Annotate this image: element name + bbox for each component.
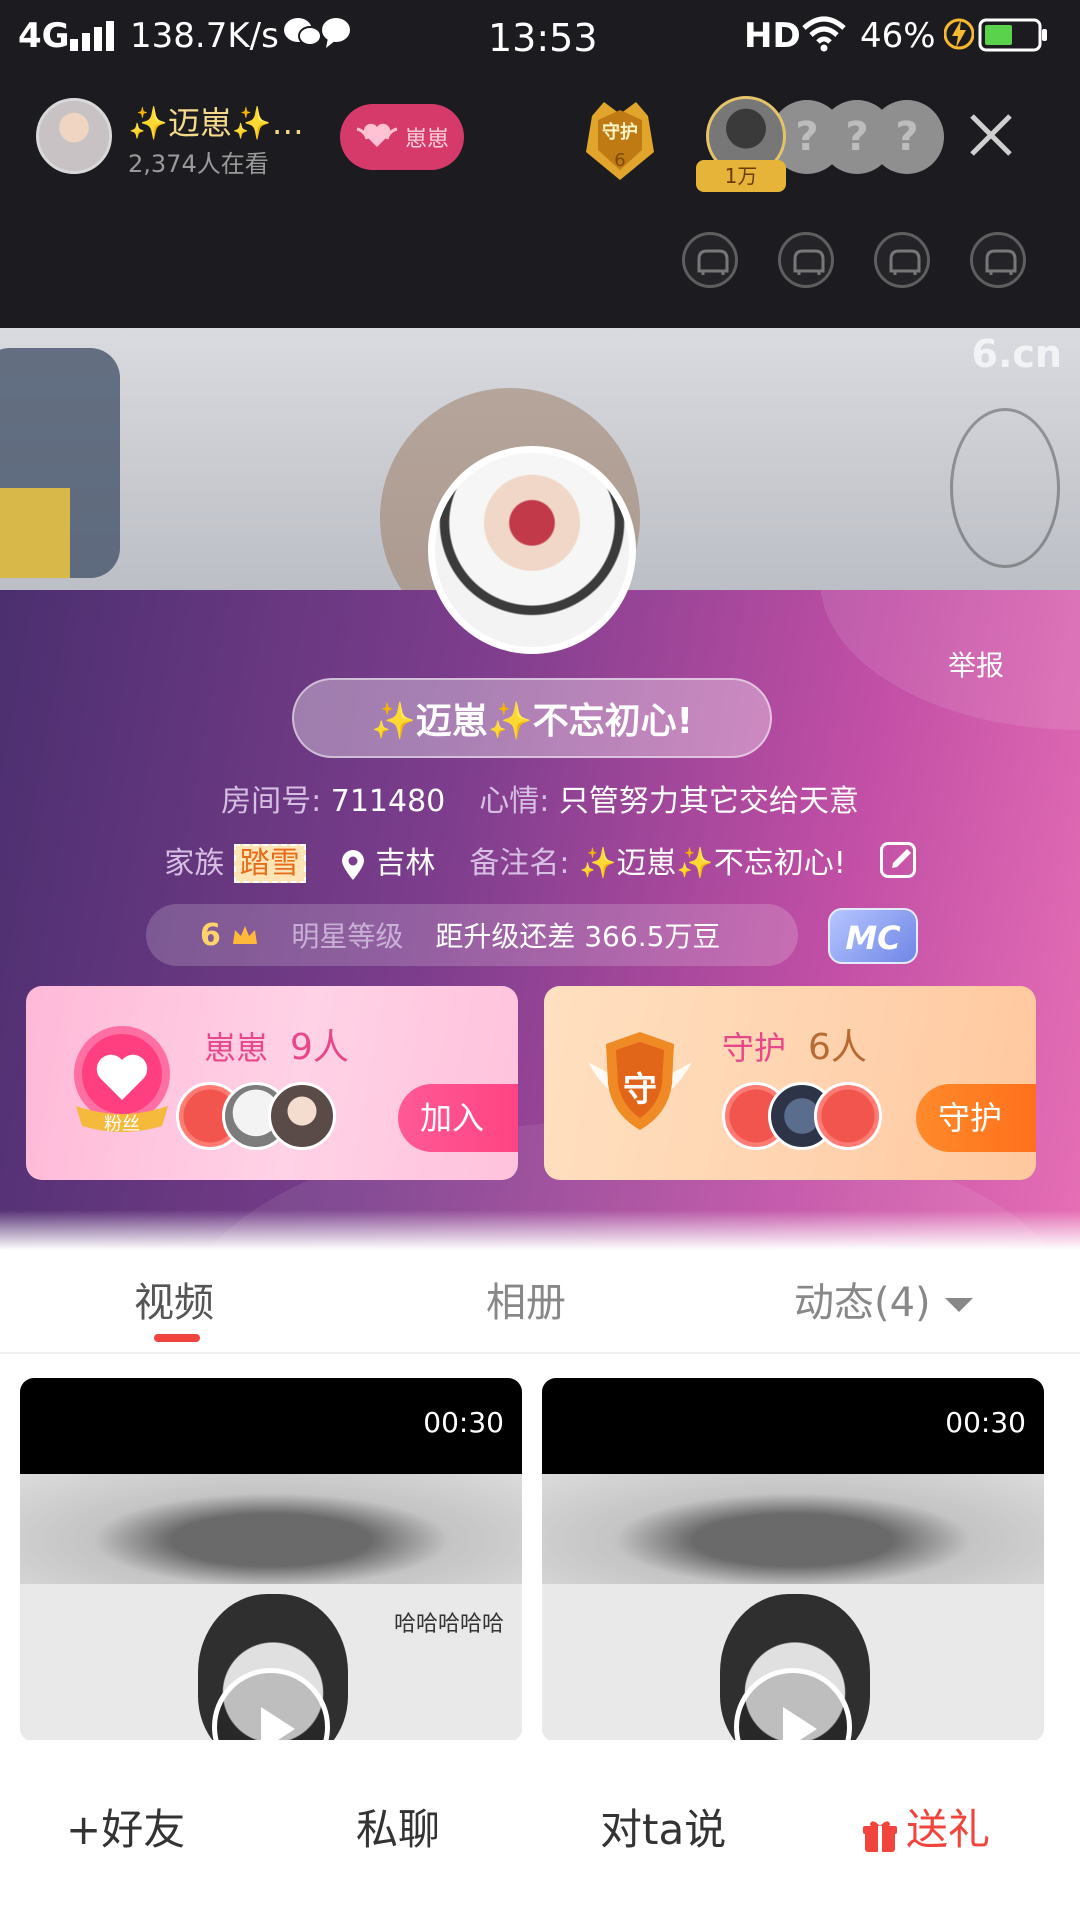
fan-club-name: 崽崽 xyxy=(204,1029,269,1067)
guard-count: 6人 xyxy=(808,1027,867,1068)
private-chat-button[interactable]: 私聊 xyxy=(356,1796,440,1857)
battery-percent: 46% xyxy=(860,16,936,56)
family-location-row: 家族 踏雪 吉林 备注名: ✨迈崽✨不忘初心! xyxy=(0,838,1080,883)
family-tag[interactable]: 踏雪 xyxy=(233,844,306,883)
fan-club-count: 9人 xyxy=(290,1027,349,1068)
guard-shield-icon: 守 xyxy=(584,1022,696,1140)
tab-album[interactable]: 相册 xyxy=(486,1270,566,1328)
location-pin-icon xyxy=(340,849,366,881)
video-frame-blur xyxy=(20,1474,522,1584)
video-caption: 哈哈哈哈哈 xyxy=(393,1612,504,1637)
remark-field: 备注名: ✨迈崽✨不忘初心! xyxy=(469,838,845,882)
guard-card[interactable]: 守 守护 6人 守护 xyxy=(544,986,1036,1180)
star-level: 6 xyxy=(200,918,259,953)
avatar-photo xyxy=(435,453,629,647)
guard-button[interactable]: 守护 xyxy=(916,1084,1036,1152)
hd-indicator: HD xyxy=(744,16,801,56)
star-level-number: 6 xyxy=(200,917,221,953)
star-level-bar: 6 明星等级 距升级还差 366.5万豆 xyxy=(146,904,798,966)
dropdown-caret-icon xyxy=(944,1298,973,1312)
guard-crest-button[interactable]: 守护 6 xyxy=(578,96,662,182)
send-gift-label: 送礼 xyxy=(906,1805,991,1854)
close-icon[interactable] xyxy=(964,108,1018,162)
family-field: 家族 踏雪 xyxy=(164,838,306,883)
video-duration: 00:30 xyxy=(423,1406,504,1439)
mood-text: 只管努力其它交给天意 xyxy=(558,784,859,819)
charging-bolt-icon xyxy=(943,16,975,61)
profile-nickname: ✨迈崽✨不忘初心! xyxy=(292,678,772,758)
sofa-seat-icon[interactable] xyxy=(874,232,930,288)
join-fan-club-button[interactable]: 加入 xyxy=(398,1084,518,1152)
mc-badge: MC xyxy=(828,908,918,964)
location-text: 吉林 xyxy=(375,846,436,881)
fan-club-card[interactable]: 粉丝 崽崽 9人 加入 xyxy=(26,986,518,1180)
guard-title: 守护 6人 xyxy=(722,1018,867,1070)
video-thumbnail[interactable]: 00:30 xyxy=(542,1378,1044,1742)
fan-club-emblem-icon: 粉丝 xyxy=(66,1022,178,1140)
wifi-icon xyxy=(800,14,848,61)
remark-label: 备注名: xyxy=(469,846,570,881)
content-tabs: 视频 相册 动态(4) xyxy=(0,1250,1080,1354)
tab-videos[interactable]: 视频 xyxy=(134,1270,214,1328)
microphone-base xyxy=(0,488,70,578)
upgrade-gap-text: 距升级还差 366.5万豆 xyxy=(435,920,721,953)
say-to-button[interactable]: 对ta说 xyxy=(600,1796,726,1857)
wechat-icon xyxy=(282,14,352,59)
fan-emblem-label: 粉丝 xyxy=(104,1114,140,1135)
video-frame-blur xyxy=(542,1474,1044,1584)
sofa-seat-icon[interactable] xyxy=(970,232,1026,288)
sofa-seat-icon[interactable] xyxy=(778,232,834,288)
crown-icon xyxy=(233,926,258,944)
fan-club-title: 崽崽 9人 xyxy=(204,1018,349,1070)
send-gift-button[interactable]: 送礼 xyxy=(862,1796,990,1857)
cable-image xyxy=(950,408,1060,568)
video-thumbnail[interactable]: 00:30 哈哈哈哈哈 xyxy=(20,1378,522,1742)
tab-feed[interactable]: 动态(4) xyxy=(794,1270,973,1328)
guard-avatar[interactable] xyxy=(814,1082,882,1150)
room-number-label: 房间号: xyxy=(221,784,322,819)
clock: 13:53 xyxy=(488,16,598,60)
battery-icon xyxy=(978,18,1048,61)
family-label: 家族 xyxy=(164,846,225,881)
member-avatar[interactable] xyxy=(268,1082,336,1150)
edit-remark-icon[interactable] xyxy=(879,842,916,878)
watermark: 6.cn xyxy=(971,332,1062,376)
guard-emblem-label: 守 xyxy=(623,1070,657,1110)
sofa-seat-icon[interactable] xyxy=(682,232,738,288)
star-level-label: 明星等级 xyxy=(291,920,404,953)
fan-club-button[interactable]: 崽崽 xyxy=(340,104,464,170)
room-number: 711480 xyxy=(330,784,446,819)
panel-fade xyxy=(0,1210,1080,1250)
tab-feed-label: 动态(4) xyxy=(794,1280,931,1326)
mood-field: 心情: 只管努力其它交给天意 xyxy=(479,776,859,820)
video-duration: 00:30 xyxy=(945,1406,1026,1439)
active-tab-indicator xyxy=(154,1334,200,1342)
room-number-field: 房间号: 711480 xyxy=(221,776,445,820)
guard-crest-count: 6 xyxy=(614,150,626,171)
host-name[interactable]: ✨迈崽✨… xyxy=(128,98,304,144)
profile-avatar[interactable] xyxy=(428,446,636,654)
mood-label: 心情: xyxy=(479,784,550,819)
report-link[interactable]: 举报 xyxy=(948,644,1004,684)
heart-wings-icon xyxy=(355,119,399,155)
top-fan-contribution: 1万 xyxy=(696,160,786,192)
network-type: 4G xyxy=(18,16,70,56)
fan-club-label: 崽崽 xyxy=(404,127,449,152)
gift-icon xyxy=(862,1815,898,1852)
bottom-action-bar: +好友 私聊 对ta说 送礼 xyxy=(0,1740,1080,1920)
viewer-count: 2,374人在看 xyxy=(128,150,269,178)
guard-crest-label: 守护 xyxy=(602,122,638,143)
room-mood-row: 房间号: 711480 心情: 只管努力其它交给天意 xyxy=(0,776,1080,820)
status-bar: 4G 138.7K/s 13:53 HD 46% xyxy=(0,0,1080,72)
network-speed: 138.7K/s xyxy=(130,16,279,56)
signal-icon xyxy=(70,20,124,60)
remark-text: ✨迈崽✨不忘初心! xyxy=(579,846,846,881)
location-field: 吉林 xyxy=(340,838,436,882)
guard-name: 守护 xyxy=(722,1029,787,1067)
host-avatar[interactable] xyxy=(36,98,112,174)
add-friend-button[interactable]: +好友 xyxy=(66,1796,185,1857)
